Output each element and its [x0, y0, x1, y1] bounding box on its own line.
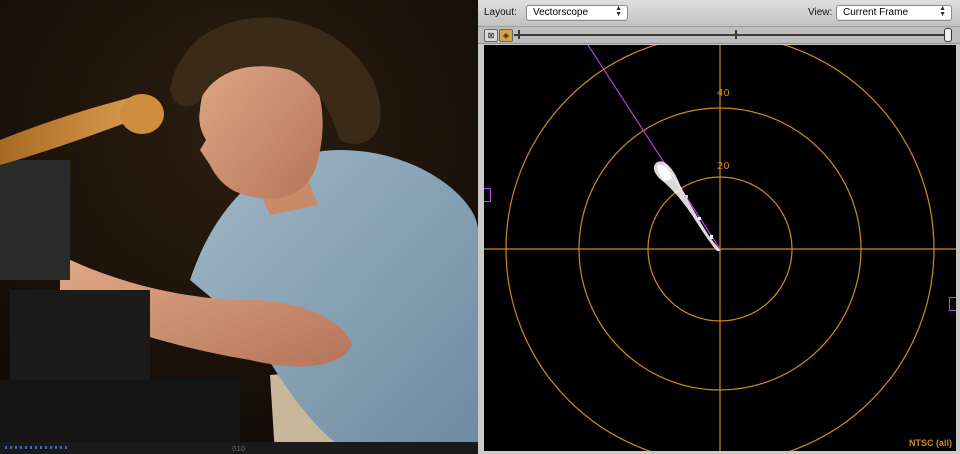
layout-label: Layout: [484, 7, 517, 18]
ring-label-40: 40 [717, 88, 730, 99]
viewer-dots [5, 446, 69, 449]
video-frame: 010 [0, 0, 478, 454]
vectorscope-trace [653, 161, 721, 251]
popup-arrows-icon: ▲ ▼ [939, 5, 946, 18]
photo-image [0, 0, 478, 454]
popup-arrows-icon: ▲ ▼ [615, 5, 622, 18]
viewer-strip: 010 [0, 442, 478, 454]
slider-thumb[interactable] [944, 28, 952, 42]
view-label: View: [808, 7, 833, 18]
zoom-fit-icon: ⊠ [487, 31, 495, 40]
layout-value: Vectorscope [533, 7, 589, 18]
view-popup[interactable]: Current Frame ▲ ▼ [836, 5, 952, 21]
layout-popup[interactable]: Vectorscope ▲ ▼ [526, 5, 628, 21]
target-bracket-left [484, 188, 491, 202]
view-value: Current Frame [843, 7, 909, 18]
ring-label-20: 20 [717, 161, 730, 172]
brightness-slider[interactable] [514, 34, 948, 36]
zoom-fit-button[interactable]: ⊠ [484, 29, 498, 42]
scope-controls: ⊠ ◈ [478, 27, 960, 44]
video-standard-label: NTSC (all) [908, 438, 952, 448]
vectorscope-display: 40 20 NTSC (all) [484, 45, 956, 451]
vectorscope-graticule [484, 45, 956, 451]
scope-panel: Layout: Vectorscope ▲ ▼ View: Current Fra… [478, 0, 960, 454]
slider-tick-mid [735, 30, 737, 39]
scope-toolbar: Layout: Vectorscope ▲ ▼ View: Current Fra… [478, 0, 960, 27]
slider-tick-start [518, 30, 520, 39]
color-toggle-button[interactable]: ◈ [499, 29, 513, 42]
color-toggle-icon: ◈ [502, 31, 510, 40]
target-bracket-right [949, 297, 956, 311]
viewer-marker: 010 [232, 445, 246, 453]
